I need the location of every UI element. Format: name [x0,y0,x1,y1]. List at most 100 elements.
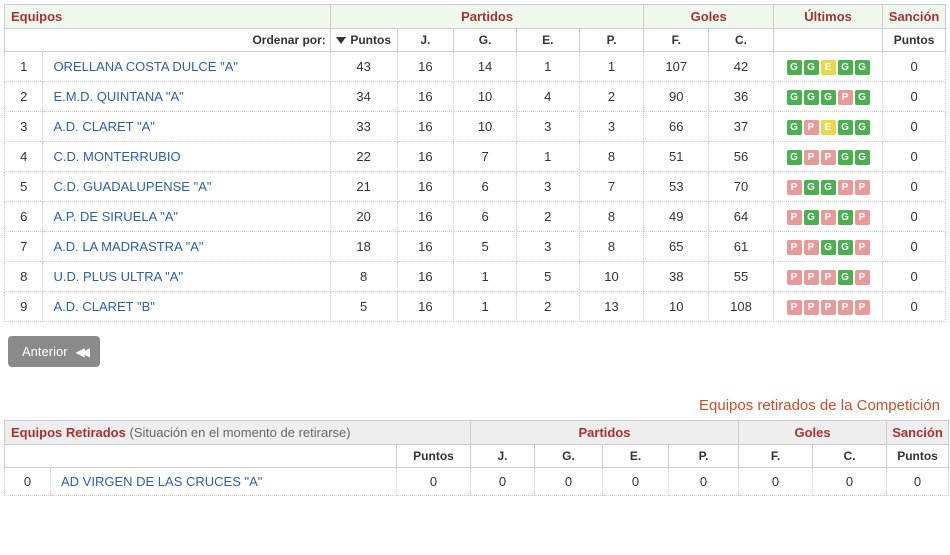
g-cell: 1 [454,292,517,322]
pos-cell: 5 [5,172,43,202]
sort-label: Ordenar por: [252,33,325,47]
retired-col-san: Puntos [887,445,949,468]
result-badge-G: G [855,60,870,75]
result-badge-E: E [821,120,836,135]
team-link[interactable]: A.D. CLARET "B" [43,292,330,322]
anterior-label: Anterior [22,344,68,359]
result-badge-G: G [838,120,853,135]
hdr-ultimos[interactable]: Últimos [773,5,882,29]
result-badge-E: E [821,60,836,75]
result-badge-P: P [838,90,853,105]
p-cell: 8 [579,232,644,262]
ultimos-cell: PPPPP [773,292,882,322]
result-badge-P: P [855,300,870,315]
col-sancion[interactable]: Puntos [883,29,946,52]
col-c[interactable]: C. [709,29,774,52]
team-link[interactable]: C.D. GUADALUPENSE "A" [43,172,330,202]
ultimos-cell: PGPGP [773,202,882,232]
san-cell: 0 [883,112,946,142]
e-cell: 4 [516,82,579,112]
team-link[interactable]: AD VIRGEN DE LAS CRUCES "A" [51,468,397,496]
result-badge-P: P [855,270,870,285]
f-cell: 90 [644,82,709,112]
team-link[interactable]: E.M.D. QUINTANA "A" [43,82,330,112]
f-cell: 53 [644,172,709,202]
retired-hdr-sub: (Situación en el momento de retirarse) [129,425,350,440]
hdr-sancion[interactable]: Sanción [883,5,946,29]
result-badge-P: P [821,150,836,165]
retired-col-c: C. [813,445,887,468]
team-link[interactable]: C.D. MONTERRUBIO [43,142,330,172]
c-cell: 36 [709,82,774,112]
hdr-equipos[interactable]: Equipos [5,5,331,29]
result-badge-G: G [804,60,819,75]
result-badge-P: P [787,300,802,315]
ultimos-cell: GPPGG [773,142,882,172]
retired-col-p: P. [669,445,739,468]
result-badge-G: G [821,180,836,195]
col-g[interactable]: G. [454,29,517,52]
g-cell: 14 [454,52,517,82]
result-badge-P: P [787,210,802,225]
result-badge-P: P [787,180,802,195]
table-row: 3A.D. CLARET "A"331610336637GPEGG0 [5,112,946,142]
retired-col-blank [5,445,397,468]
f-cell: 0 [739,468,813,496]
col-e[interactable]: E. [516,29,579,52]
result-badge-G: G [838,60,853,75]
team-link[interactable]: U.D. PLUS ULTRA "A" [43,262,330,292]
c-cell: 0 [813,468,887,496]
team-link[interactable]: A.D. CLARET "A" [43,112,330,142]
ultimos-cell: PPGGP [773,232,882,262]
retired-col-j: J. [471,445,535,468]
e-cell: 5 [516,262,579,292]
result-badge-G: G [821,90,836,105]
result-badge-P: P [804,240,819,255]
j-cell: 16 [397,172,454,202]
p-cell: 13 [579,292,644,322]
team-link[interactable]: ORELLANA COSTA DULCE "A" [43,52,330,82]
g-cell: 6 [454,172,517,202]
e-cell: 3 [516,232,579,262]
sort-value: Puntos [350,33,391,47]
p-cell: 0 [669,468,739,496]
pts-cell: 5 [330,292,397,322]
j-cell: 16 [397,292,454,322]
sort-by-cell: Ordenar por: [5,29,331,52]
hdr-goles[interactable]: Goles [644,5,774,29]
team-link[interactable]: A.P. DE SIRUELA "A" [43,202,330,232]
pos-cell: 2 [5,82,43,112]
c-cell: 70 [709,172,774,202]
col-p[interactable]: P. [579,29,644,52]
col-f[interactable]: F. [644,29,709,52]
sort-puntos[interactable]: Puntos [330,29,397,52]
pos-cell: 3 [5,112,43,142]
col-j[interactable]: J. [397,29,454,52]
table-row: 4C.D. MONTERRUBIO22167185156GPPGG0 [5,142,946,172]
g-cell: 0 [535,468,603,496]
c-cell: 55 [709,262,774,292]
j-cell: 16 [397,232,454,262]
e-cell: 3 [516,112,579,142]
table-row: 2E.M.D. QUINTANA "A"341610429036GGGPG0 [5,82,946,112]
pos-cell: 0 [5,468,51,496]
hdr-partidos[interactable]: Partidos [330,5,644,29]
j-cell: 16 [397,262,454,292]
result-badge-P: P [804,120,819,135]
table-row: 8U.D. PLUS ULTRA "A"81615103855PPPGP0 [5,262,946,292]
result-badge-P: P [838,180,853,195]
retired-hdr-partidos: Partidos [471,421,739,445]
san-cell: 0 [883,202,946,232]
result-badge-P: P [855,180,870,195]
e-cell: 0 [603,468,669,496]
g-cell: 7 [454,142,517,172]
p-cell: 8 [579,142,644,172]
g-cell: 5 [454,232,517,262]
pos-cell: 9 [5,292,43,322]
p-cell: 10 [579,262,644,292]
anterior-button[interactable]: Anterior ◀◀ [8,336,100,367]
team-link[interactable]: A.D. LA MADRASTRA "A" [43,232,330,262]
table-row: 9A.D. CLARET "B"516121310108PPPPP0 [5,292,946,322]
retired-col-e: E. [603,445,669,468]
retired-hdr-equipos: Equipos Retirados (Situación en el momen… [5,421,471,445]
